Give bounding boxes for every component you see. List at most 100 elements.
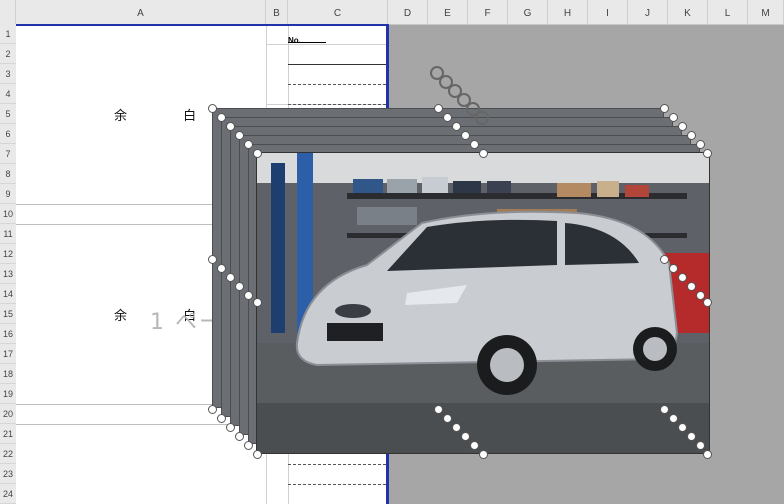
resize-handle-left[interactable] bbox=[226, 273, 235, 282]
resize-handle-top[interactable] bbox=[443, 113, 452, 122]
row-header[interactable]: 18 bbox=[0, 364, 16, 384]
column-header-d[interactable]: D bbox=[388, 0, 428, 24]
row-header[interactable]: 6 bbox=[0, 124, 16, 144]
page-break-top bbox=[16, 24, 388, 26]
row-header[interactable]: 1 bbox=[0, 24, 16, 44]
column-header-corner[interactable] bbox=[0, 0, 16, 24]
column-header-k[interactable]: K bbox=[668, 0, 708, 24]
resize-handle-top[interactable] bbox=[470, 140, 479, 149]
resize-handle-left[interactable] bbox=[253, 298, 262, 307]
row-header[interactable]: 24 bbox=[0, 484, 16, 504]
resize-handle-right[interactable] bbox=[703, 298, 712, 307]
cell-border-dashed bbox=[288, 104, 386, 105]
row-header[interactable]: 9 bbox=[0, 184, 16, 204]
resize-handle-top-left[interactable] bbox=[226, 122, 235, 131]
column-header-b[interactable]: B bbox=[266, 0, 288, 24]
column-header-a[interactable]: A bbox=[16, 0, 266, 24]
picture-group[interactable] bbox=[212, 108, 710, 458]
resize-handle-bottom-right[interactable] bbox=[687, 432, 696, 441]
row-header[interactable]: 3 bbox=[0, 64, 16, 84]
resize-handle-bottom-right[interactable] bbox=[669, 414, 678, 423]
row-header[interactable]: 8 bbox=[0, 164, 16, 184]
blank-label-top: 余 白 bbox=[114, 109, 223, 124]
rotate-handle-icon[interactable] bbox=[475, 111, 489, 125]
resize-handle-top[interactable] bbox=[479, 149, 488, 158]
resize-handle-bottom[interactable] bbox=[461, 432, 470, 441]
car-photo[interactable] bbox=[256, 152, 710, 454]
resize-handle-top-left[interactable] bbox=[208, 104, 217, 113]
row-header[interactable]: 5 bbox=[0, 104, 16, 124]
resize-handle-bottom-left[interactable] bbox=[253, 450, 262, 459]
resize-handle-top-right[interactable] bbox=[687, 131, 696, 140]
cell-border-solid bbox=[288, 64, 386, 65]
column-header-h[interactable]: H bbox=[548, 0, 588, 24]
column-header-bar: A B C D E F G H I J K L M bbox=[0, 0, 784, 25]
row-header[interactable]: 10 bbox=[0, 204, 16, 224]
resize-handle-right[interactable] bbox=[660, 255, 669, 264]
resize-handle-left[interactable] bbox=[217, 264, 226, 273]
resize-handle-bottom-left[interactable] bbox=[244, 441, 253, 450]
resize-handle-top-right[interactable] bbox=[696, 140, 705, 149]
resize-handle-left[interactable] bbox=[235, 282, 244, 291]
resize-handle-top[interactable] bbox=[452, 122, 461, 131]
car-garage-image bbox=[257, 153, 709, 453]
resize-handle-bottom[interactable] bbox=[479, 450, 488, 459]
resize-handle-bottom[interactable] bbox=[434, 405, 443, 414]
row-header[interactable]: 13 bbox=[0, 264, 16, 284]
column-header-g[interactable]: G bbox=[508, 0, 548, 24]
row-header[interactable]: 17 bbox=[0, 344, 16, 364]
row-header[interactable]: 20 bbox=[0, 404, 16, 424]
resize-handle-right[interactable] bbox=[678, 273, 687, 282]
resize-handle-top-left[interactable] bbox=[217, 113, 226, 122]
resize-handle-right[interactable] bbox=[669, 264, 678, 273]
resize-handle-bottom-left[interactable] bbox=[217, 414, 226, 423]
resize-handle-bottom-left[interactable] bbox=[208, 405, 217, 414]
row-header[interactable]: 7 bbox=[0, 144, 16, 164]
resize-handle-bottom[interactable] bbox=[470, 441, 479, 450]
column-header-m[interactable]: M bbox=[748, 0, 784, 24]
number-label: No. bbox=[288, 36, 301, 45]
row-header[interactable]: 21 bbox=[0, 424, 16, 444]
resize-handle-bottom-right[interactable] bbox=[696, 441, 705, 450]
resize-handle-left[interactable] bbox=[244, 291, 253, 300]
column-header-c[interactable]: C bbox=[288, 0, 388, 24]
resize-handle-bottom-left[interactable] bbox=[235, 432, 244, 441]
row-header[interactable]: 2 bbox=[0, 44, 16, 64]
resize-handle-bottom[interactable] bbox=[452, 423, 461, 432]
resize-handle-top-right[interactable] bbox=[678, 122, 687, 131]
resize-handle-top-right[interactable] bbox=[669, 113, 678, 122]
column-header-l[interactable]: L bbox=[708, 0, 748, 24]
cell-border-dashed bbox=[288, 464, 386, 465]
column-header-j[interactable]: J bbox=[628, 0, 668, 24]
row-header[interactable]: 22 bbox=[0, 444, 16, 464]
resize-handle-top-right[interactable] bbox=[660, 104, 669, 113]
resize-handle-top[interactable] bbox=[434, 104, 443, 113]
resize-handle-bottom-right[interactable] bbox=[703, 450, 712, 459]
row-header[interactable]: 15 bbox=[0, 304, 16, 324]
resize-handle-bottom-right[interactable] bbox=[678, 423, 687, 432]
resize-handle-bottom[interactable] bbox=[443, 414, 452, 423]
row-header[interactable]: 23 bbox=[0, 464, 16, 484]
resize-handle-left[interactable] bbox=[208, 255, 217, 264]
resize-handle-top[interactable] bbox=[461, 131, 470, 140]
resize-handle-bottom-right[interactable] bbox=[660, 405, 669, 414]
row-header[interactable]: 12 bbox=[0, 244, 16, 264]
row-header[interactable]: 14 bbox=[0, 284, 16, 304]
row-header[interactable]: 11 bbox=[0, 224, 16, 244]
column-header-i[interactable]: I bbox=[588, 0, 628, 24]
resize-handle-right[interactable] bbox=[687, 282, 696, 291]
resize-handle-top-right[interactable] bbox=[703, 149, 712, 158]
row-header-bar: 1 2 3 4 5 6 7 8 9 10 11 12 13 14 15 16 1… bbox=[0, 24, 17, 504]
resize-handle-bottom-left[interactable] bbox=[226, 423, 235, 432]
column-header-e[interactable]: E bbox=[428, 0, 468, 24]
resize-handle-top-left[interactable] bbox=[244, 140, 253, 149]
cell-border-dashed bbox=[288, 84, 386, 85]
row-header[interactable]: 19 bbox=[0, 384, 16, 404]
row-header[interactable]: 4 bbox=[0, 84, 16, 104]
resize-handle-top-left[interactable] bbox=[253, 149, 262, 158]
column-header-f[interactable]: F bbox=[468, 0, 508, 24]
gridline-row bbox=[266, 44, 388, 45]
resize-handle-top-left[interactable] bbox=[235, 131, 244, 140]
row-header[interactable]: 16 bbox=[0, 324, 16, 344]
number-underline bbox=[288, 42, 326, 43]
